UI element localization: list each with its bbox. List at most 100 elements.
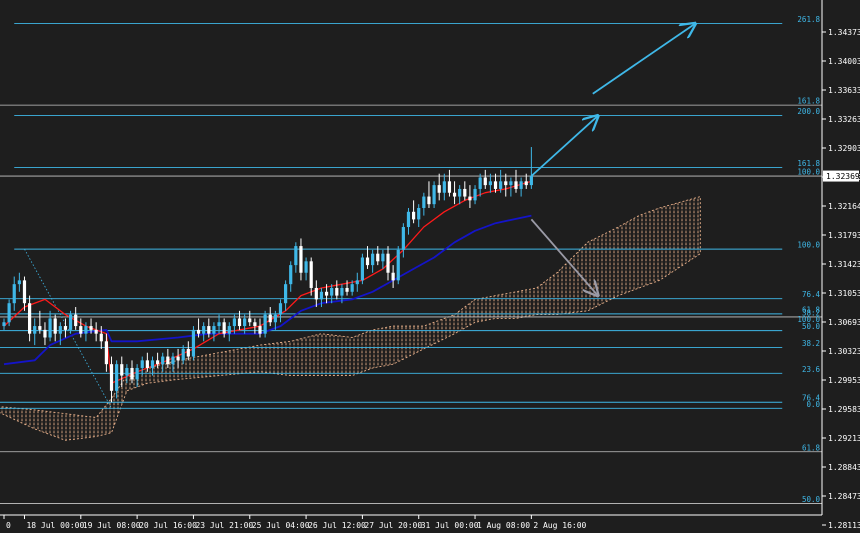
candle-body — [12, 284, 16, 304]
candle-body — [28, 303, 32, 334]
candle-body — [243, 318, 247, 327]
y-tick-label: 1.31793 — [828, 231, 860, 240]
y-tick-label: 1.28113 — [828, 521, 860, 530]
candle-body — [212, 326, 216, 334]
candle-body — [417, 207, 421, 220]
fib-level-label: 23.6 — [802, 365, 821, 374]
y-tick-label: 1.28843 — [828, 463, 860, 472]
candle-body — [529, 175, 533, 186]
y-tick-label: 1.29583 — [828, 405, 860, 414]
candle-body — [309, 261, 313, 288]
fib-level-label-extra: 100.0 — [797, 315, 820, 324]
candle-body — [104, 341, 108, 365]
candle-body — [304, 261, 308, 273]
candle-body — [340, 287, 344, 296]
candle-body — [38, 326, 42, 330]
y-tick-label: 1.30323 — [828, 347, 860, 356]
candle-body — [207, 326, 211, 334]
candle-body — [432, 185, 436, 205]
y-tick-label: 1.34003 — [828, 57, 860, 66]
y-tick-label: 1.30693 — [828, 318, 860, 327]
candle-body — [140, 360, 144, 368]
candle-body — [360, 257, 364, 281]
candle-body — [422, 196, 426, 208]
candle-body — [519, 181, 523, 189]
candle-body — [186, 348, 190, 357]
candle-body — [284, 284, 288, 304]
y-tick-label: 1.31053 — [828, 289, 860, 298]
candle-body — [504, 181, 508, 186]
candle-body — [191, 329, 196, 357]
candle-body — [48, 318, 52, 338]
candle-body — [202, 326, 206, 334]
candle-body — [319, 291, 324, 300]
y-tick-label: 1.28473 — [828, 492, 860, 501]
candle-body — [324, 291, 329, 296]
candle-body — [365, 257, 370, 266]
candle-body — [412, 211, 416, 220]
candle-body — [514, 181, 518, 189]
candle-body — [299, 246, 303, 273]
x-tick-label: 18 Jul 00:00 — [26, 521, 84, 530]
candle-body — [135, 367, 139, 380]
current-price-label: 1.32369 — [826, 172, 860, 181]
candle-body — [401, 227, 405, 250]
candle-body — [330, 287, 334, 296]
y-tick-label: 1.29213 — [828, 434, 860, 443]
candle-body — [22, 280, 27, 304]
candle-body — [227, 326, 231, 334]
candle-body — [79, 326, 83, 334]
candle-body — [483, 177, 487, 186]
candle-body — [463, 188, 467, 197]
candle-body — [232, 318, 236, 327]
candle-body — [386, 253, 390, 273]
candle-body — [473, 188, 477, 201]
candle-body — [294, 246, 298, 266]
candle-body — [350, 284, 354, 292]
fib-level-label: 200.0 — [797, 107, 820, 116]
candle-body — [509, 181, 513, 186]
fib-level-label: 76.4 — [802, 290, 821, 299]
candle-body — [217, 322, 221, 327]
candle-body — [17, 280, 21, 285]
candle-body — [150, 360, 155, 368]
candle-body — [263, 314, 267, 334]
candle-body — [427, 196, 431, 205]
candle-body — [196, 329, 201, 334]
candle-body — [33, 326, 37, 334]
y-tick-label: 1.33263 — [828, 115, 860, 124]
candle-body — [7, 303, 11, 323]
x-tick-label: 25 Jul 04:00 — [252, 521, 310, 530]
fib-level-label: 100.0 — [797, 241, 820, 250]
y-tick-label: 1.32903 — [828, 144, 860, 153]
candle-body — [181, 348, 185, 361]
candle-body — [89, 326, 93, 330]
candle-body — [376, 253, 380, 262]
candle-body — [166, 356, 170, 365]
candle-body — [125, 367, 129, 376]
candle-body — [253, 322, 257, 327]
x-tick-label: 31 Jul 00:00 — [421, 521, 479, 530]
candle-body — [94, 329, 98, 334]
candle-body — [493, 181, 498, 189]
chart-container: 261.8 200.0 161.8 100.0 76.4 61.8 50.0 38.2 23.6… — [0, 0, 860, 533]
candle-body — [406, 211, 411, 228]
candle-body — [53, 318, 57, 334]
candle-body — [381, 253, 385, 262]
candle-body — [171, 356, 175, 365]
candle-body — [99, 333, 103, 342]
candle-body — [43, 329, 47, 338]
candle-body — [109, 364, 114, 391]
x-tick-label: 27 Jul 20:00 — [364, 521, 422, 530]
candle-body — [74, 314, 78, 327]
candle-body — [499, 181, 503, 189]
price-chart: 261.8 200.0161.8 100.0 76.4 61.8 50.0 38.2 23.6… — [0, 0, 860, 533]
candle-body — [396, 249, 400, 281]
candle-body — [524, 181, 528, 186]
candle-body — [345, 287, 349, 292]
candle-body — [63, 326, 68, 330]
candle-body — [248, 318, 252, 323]
candle-body — [468, 196, 472, 201]
x-tick-label: 1 Aug 08:00 — [477, 521, 530, 530]
candle-body — [68, 314, 73, 330]
